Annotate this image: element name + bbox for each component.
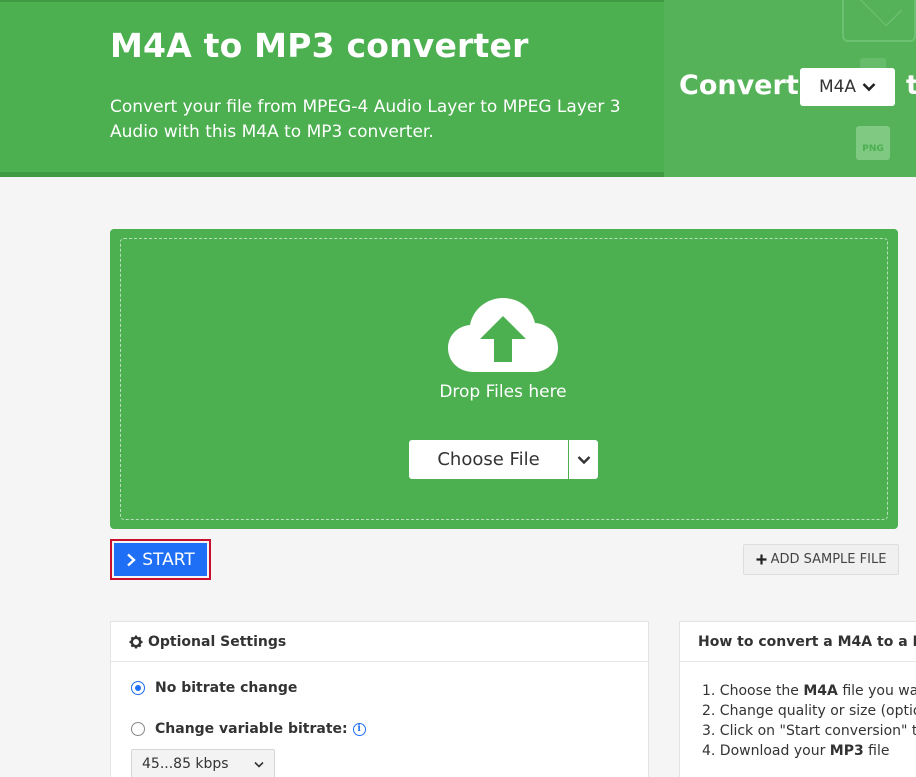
gear-icon	[129, 635, 143, 648]
envelope-icon	[842, 0, 916, 42]
how-to-steps-list: 1. Choose the M4A file you want 2. Chang…	[702, 681, 916, 761]
add-sample-file-button[interactable]: ADD SAMPLE FILE	[743, 544, 899, 575]
list-item: 3. Click on "Start conversion" to c	[702, 723, 916, 739]
chevron-right-icon	[127, 553, 137, 566]
info-icon[interactable]: i	[352, 722, 366, 736]
start-button[interactable]: START	[114, 543, 207, 576]
list-item: 2. Change quality or size (optiona	[702, 703, 916, 719]
header-banner: PNG M4A to MP3 converter Convert your fi…	[0, 0, 916, 177]
chevron-down-icon	[577, 455, 590, 464]
cloud-upload-icon	[448, 298, 558, 372]
no-bitrate-change-option[interactable]: No bitrate change	[131, 680, 297, 696]
bitrate-select[interactable]: 45...85 kbps	[131, 749, 275, 777]
how-to-convert-header: How to convert a M4A to a MP3 f	[680, 622, 916, 662]
choose-file-dropdown-toggle[interactable]	[569, 440, 598, 479]
to-label: t	[906, 70, 916, 101]
no-bitrate-change-radio[interactable]	[131, 681, 145, 695]
chevron-down-icon	[254, 761, 264, 768]
list-item: 4. Download your MP3 file	[702, 743, 890, 759]
variable-bitrate-radio[interactable]	[131, 722, 145, 736]
start-button-label: START	[142, 549, 195, 570]
variable-bitrate-option[interactable]: Change variable bitrate: i	[131, 721, 366, 737]
choose-file-button[interactable]: Choose File	[409, 440, 568, 479]
how-to-convert-panel: How to convert a M4A to a MP3 f 1. Choos…	[679, 621, 916, 777]
start-button-highlight: START	[110, 539, 211, 580]
optional-settings-title: Optional Settings	[148, 633, 287, 650]
file-dropzone[interactable]	[110, 229, 898, 529]
png-file-icon: PNG	[856, 126, 890, 160]
header-bottom-stripe	[0, 172, 664, 177]
bitrate-select-value: 45...85 kbps	[142, 756, 229, 772]
list-item: 1. Choose the M4A file you want	[702, 683, 916, 699]
header-top-line	[0, 0, 664, 2]
from-format-value: M4A	[818, 77, 857, 97]
page-subtitle: Convert your file from MPEG-4 Audio Laye…	[110, 97, 621, 142]
drop-files-text: Drop Files here	[439, 382, 567, 402]
page-title: M4A to MP3 converter	[110, 26, 529, 65]
no-bitrate-change-label: No bitrate change	[155, 680, 298, 696]
from-format-select[interactable]: M4A	[800, 68, 895, 106]
png-file-label: PNG	[862, 144, 884, 154]
chevron-down-icon	[862, 83, 876, 92]
optional-settings-header: Optional Settings	[111, 622, 648, 662]
how-to-convert-title: How to convert a M4A to a MP3 f	[698, 633, 916, 650]
convert-label: Convert	[679, 70, 799, 101]
optional-settings-panel: Optional Settings No bitrate change Chan…	[110, 621, 649, 777]
variable-bitrate-label: Change variable bitrate:	[155, 721, 348, 737]
add-sample-file-label: ADD SAMPLE FILE	[770, 552, 887, 567]
plus-icon	[756, 554, 767, 565]
